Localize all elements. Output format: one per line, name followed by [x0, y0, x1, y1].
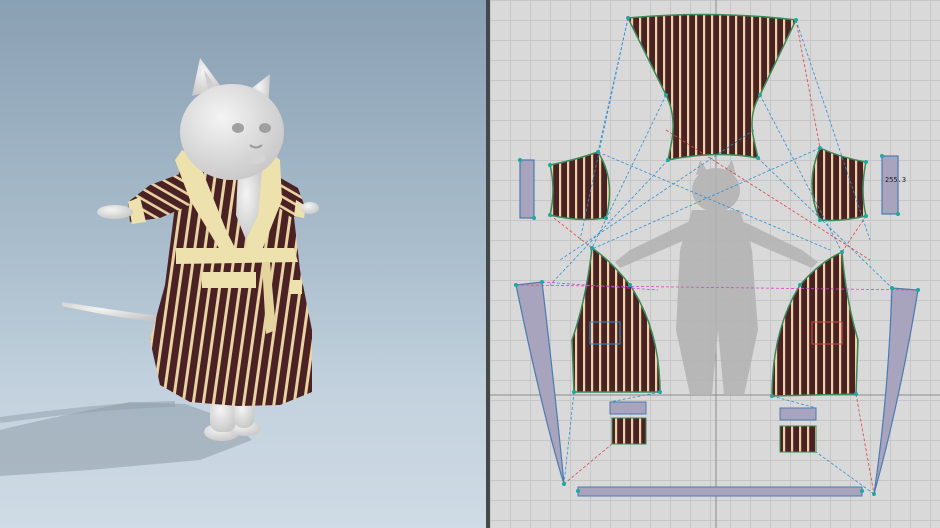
- measurement-label: 255.3: [885, 176, 907, 184]
- 3d-scene[interactable]: [0, 0, 486, 528]
- pattern-piece-front-left[interactable]: [571, 246, 661, 393]
- pattern-piece-pocket-flap-right[interactable]: [779, 407, 817, 421]
- 3d-viewport[interactable]: [0, 0, 486, 528]
- robe-garment: [128, 150, 312, 406]
- pattern-piece-sleeve-right[interactable]: [811, 147, 867, 222]
- pattern-piece-cuff-right[interactable]: [881, 155, 899, 215]
- pattern-canvas[interactable]: [490, 0, 940, 528]
- pattern-piece-pocket-left[interactable]: [611, 417, 647, 445]
- cat-tail: [62, 302, 160, 322]
- pattern-piece-front-right[interactable]: [771, 250, 859, 397]
- cat-head: [180, 58, 284, 180]
- pattern-piece-collar-right[interactable]: [873, 287, 919, 495]
- pattern-piece-pocket-flap-left[interactable]: [609, 401, 647, 415]
- 2d-pattern-window[interactable]: [490, 0, 940, 528]
- pattern-piece-pocket-right[interactable]: [779, 425, 817, 453]
- pattern-piece-belt[interactable]: [577, 486, 863, 497]
- pattern-piece-cuff-left[interactable]: [519, 159, 535, 219]
- pattern-piece-sleeve-left[interactable]: [549, 151, 611, 221]
- pattern-piece-collar-left[interactable]: [515, 281, 565, 485]
- pattern-piece-back[interactable]: [626, 13, 798, 161]
